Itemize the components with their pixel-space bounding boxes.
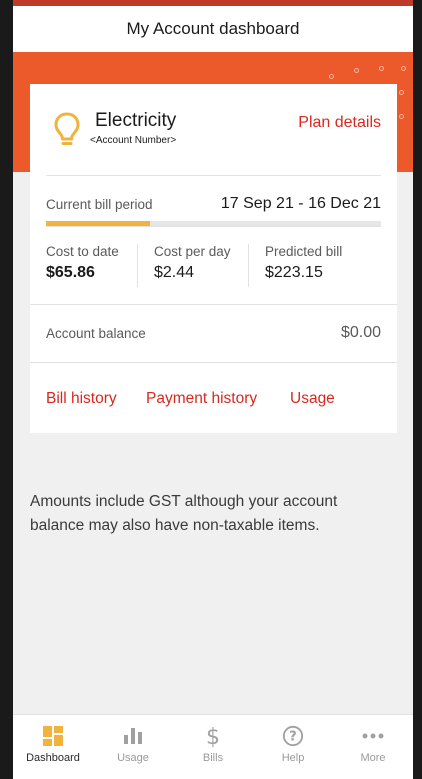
lightbulb-icon (54, 112, 80, 145)
bottom-tab-bar: Dashboard Usage $ Bills ? Help More (13, 714, 413, 779)
tab-help-label: Help (281, 752, 305, 764)
decorative-dot (399, 90, 404, 95)
tab-dashboard-label: Dashboard (26, 752, 80, 764)
tab-dashboard[interactable]: Dashboard (13, 715, 93, 779)
divider (30, 362, 397, 363)
plan-details-link[interactable]: Plan details (298, 114, 381, 132)
account-card: Electricity <Account Number> Plan detail… (30, 84, 397, 433)
bar-chart-icon (122, 724, 144, 748)
divider (30, 304, 397, 305)
more-icon (362, 724, 384, 748)
decorative-dot (379, 66, 384, 71)
tab-more[interactable]: More (333, 715, 413, 779)
dashboard-icon (42, 724, 64, 748)
bill-history-link[interactable]: Bill history (46, 390, 117, 408)
stat-divider (248, 244, 249, 287)
help-icon: ? (282, 724, 304, 748)
divider (46, 226, 381, 227)
cost-per-day-label: Cost per day (154, 244, 231, 259)
cost-per-day: Cost per day $2.44 (154, 244, 231, 282)
tab-help[interactable]: ? Help (253, 715, 333, 779)
tab-more-label: More (360, 752, 386, 764)
svg-text:$: $ (206, 725, 220, 748)
gst-note: Amounts include GST although your accoun… (30, 493, 338, 534)
predicted-bill-value: $223.15 (265, 264, 323, 281)
tab-usage-label: Usage (117, 752, 149, 764)
cost-per-day-value: $2.44 (154, 264, 195, 281)
bill-period-label: Current bill period (46, 197, 153, 212)
account-balance-value: $0.00 (340, 324, 381, 341)
app-screen: My Account dashboard Electricity <Accoun… (13, 0, 413, 779)
account-number: <Account Number> (90, 135, 177, 146)
service-summary: Electricity <Account Number> Plan detail… (30, 84, 397, 175)
divider (46, 175, 381, 176)
tab-bills[interactable]: $ Bills (173, 715, 253, 779)
cost-to-date: Cost to date $65.86 (46, 244, 119, 282)
stat-divider (137, 244, 138, 287)
service-name: Electricity (95, 110, 177, 131)
dollar-icon: $ (202, 724, 224, 748)
svg-text:?: ? (289, 730, 296, 745)
decorative-dot (329, 74, 334, 79)
decorative-dot (401, 66, 406, 71)
cost-to-date-value: $65.86 (46, 264, 95, 281)
app-header: My Account dashboard (13, 6, 413, 52)
decorative-dot (399, 114, 404, 119)
decorative-dot (354, 68, 359, 73)
predicted-bill-label: Predicted bill (265, 244, 343, 259)
payment-history-link[interactable]: Payment history (146, 390, 257, 408)
bill-period-value: 17 Sep 21 - 16 Dec 21 (220, 195, 381, 212)
usage-link[interactable]: Usage (290, 390, 335, 408)
account-balance-label: Account balance (46, 326, 146, 341)
predicted-bill: Predicted bill $223.15 (265, 244, 342, 282)
tab-bills-label: Bills (202, 752, 224, 764)
page-title: My Account dashboard (126, 19, 300, 38)
cost-to-date-label: Cost to date (46, 244, 119, 259)
tab-usage[interactable]: Usage (93, 715, 173, 779)
